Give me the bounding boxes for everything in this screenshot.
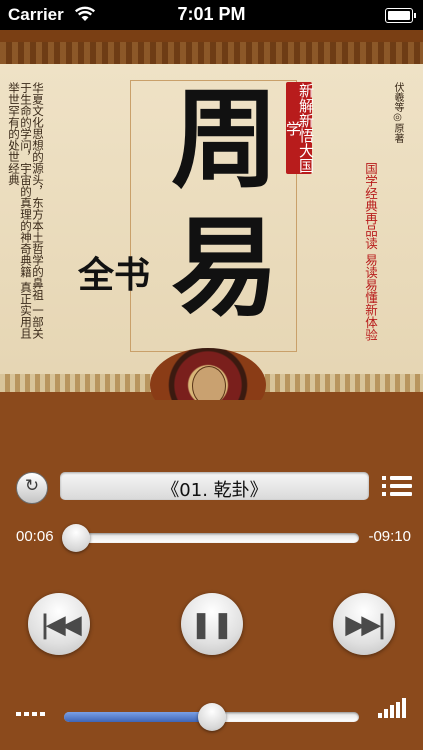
volume-max-icon	[378, 698, 410, 718]
player-controls: ↻ 《01. 乾卦》 00:06 -09:10 |◀◀ ❚❚ ▶▶|	[0, 400, 423, 750]
cover-author: 伏羲等◎原著	[392, 82, 403, 143]
elapsed-time: 00:06	[16, 528, 54, 545]
volume-slider-fill	[64, 712, 212, 722]
next-track-icon: ▶▶|	[345, 610, 387, 640]
previous-track-button[interactable]: |◀◀	[28, 593, 90, 655]
remaining-time: -09:10	[368, 528, 411, 545]
cover-red-subtitle: 新解新悟大国学	[284, 82, 315, 174]
decorative-border-top	[0, 42, 423, 64]
track-title-box[interactable]: 《01. 乾卦》	[60, 472, 369, 501]
status-bar: Carrier 7:01 PM	[0, 0, 423, 30]
cover-title: 周易	[170, 77, 279, 331]
battery-icon	[385, 8, 416, 23]
playlist-button[interactable]	[382, 472, 412, 502]
cover-quanshu: 全书	[78, 254, 151, 296]
next-track-button[interactable]: ▶▶|	[333, 593, 395, 655]
repeat-button[interactable]: ↻	[16, 472, 48, 504]
pause-button[interactable]: ❚❚	[181, 593, 243, 655]
status-time: 7:01 PM	[177, 4, 246, 24]
cover-left-text: 华夏文化思想的源头，东方本土哲学的鼻祖 一部关于生命的学问，宇宙的真理的神奇典籍…	[7, 82, 45, 339]
book-cover: 华夏文化思想的源头，东方本土哲学的鼻祖 一部关于生命的学问，宇宙的真理的神奇典籍…	[0, 30, 423, 422]
playlist-icon	[382, 476, 386, 480]
volume-slider-thumb[interactable]	[197, 703, 226, 731]
track-title: 《01. 乾卦》	[161, 480, 268, 501]
previous-track-icon: |◀◀	[40, 610, 82, 640]
repeat-icon: ↻	[24, 476, 40, 496]
seek-slider-track[interactable]	[64, 533, 359, 543]
cover-right-text: 国学经典再品读 易读易懂新体验	[363, 162, 378, 341]
pause-icon: ❚❚	[190, 610, 234, 640]
seek-slider-thumb[interactable]	[61, 524, 90, 552]
